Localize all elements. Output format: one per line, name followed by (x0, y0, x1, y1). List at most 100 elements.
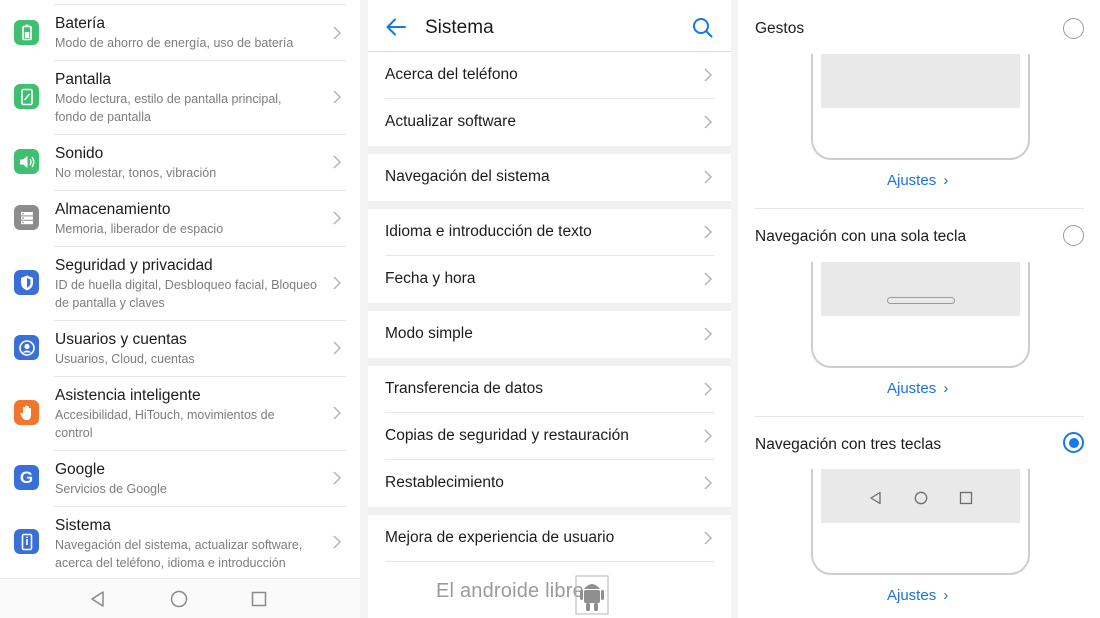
sistema-item-user-experience[interactable]: Mejora de experiencia de usuario (368, 515, 731, 562)
recents-square-icon[interactable] (249, 589, 269, 609)
chevron-right-icon (704, 272, 713, 286)
chevron-right-icon (333, 90, 342, 104)
sistema-item-label: Navegación del sistema (385, 168, 550, 185)
settings-link-three-keys[interactable]: Ajustes › (887, 587, 948, 604)
chevron-right-icon (704, 327, 713, 341)
section-separator (368, 146, 731, 154)
speaker-icon (14, 149, 39, 174)
search-icon[interactable] (692, 17, 713, 38)
chevron-right-icon (704, 68, 713, 82)
settings-item-title: Usuarios y cuentas (55, 331, 187, 348)
chevron-right-icon (333, 26, 342, 40)
sistema-item-simple-mode[interactable]: Modo simple (368, 311, 731, 358)
settings-item-assistance[interactable]: Asistencia inteligente Accesibilidad, Hi… (0, 377, 360, 451)
chevron-right-icon (333, 471, 342, 485)
settings-item-sound[interactable]: Sonido No molestar, tonos, vibración (0, 135, 360, 191)
navigation-pill-icon (887, 297, 955, 304)
settings-item-subtitle: Modo lectura, estilo de pantalla princip… (55, 92, 282, 124)
sistema-item-navigation[interactable]: Navegación del sistema (368, 154, 731, 201)
google-icon: G (14, 465, 39, 490)
settings-item-subtitle: Servicios de Google (55, 482, 167, 496)
sistema-item-label: Idioma e introducción de texto (385, 223, 592, 240)
radio-gestures[interactable] (1063, 18, 1084, 39)
app-bar: Sistema (368, 0, 731, 52)
settings-item-subtitle: Accesibilidad, HiTouch, movimientos de c… (55, 408, 275, 440)
phone-preview-gestures (811, 54, 1030, 160)
sistema-panel: Sistema Acerca del teléfono Actualizar s… (368, 0, 731, 618)
settings-item-title: Seguridad y privacidad (55, 257, 213, 274)
divider (755, 208, 1084, 209)
sistema-item-data-transfer[interactable]: Transferencia de datos (368, 366, 731, 413)
back-triangle-icon (870, 491, 881, 505)
home-circle-icon[interactable] (169, 589, 189, 609)
navigation-options-panel: Gestos Ajustes › Navegación con una sola… (738, 0, 1100, 618)
hand-icon (14, 400, 39, 425)
sistema-item-label: Acerca del teléfono (385, 66, 518, 83)
user-icon (14, 335, 39, 360)
option-label-gestures[interactable]: Gestos (755, 20, 804, 38)
settings-link-label: Ajustes (887, 172, 937, 189)
phone-screen (821, 469, 1020, 523)
settings-link-label: Ajustes (887, 380, 937, 397)
shield-icon (14, 270, 39, 295)
phone-screen (821, 262, 1020, 316)
phone-icon (14, 529, 39, 554)
divider (755, 416, 1084, 417)
chevron-right-icon (704, 429, 713, 443)
sistema-item-language[interactable]: Idioma e introducción de texto (368, 209, 731, 256)
settings-item-title: Sistema (55, 517, 111, 534)
settings-item-storage[interactable]: Almacenamiento Memoria, liberador de esp… (0, 191, 360, 247)
settings-link-label: Ajustes (887, 587, 937, 604)
chevron-right-icon (333, 276, 342, 290)
section-separator (368, 507, 731, 515)
radio-single-key[interactable] (1063, 225, 1084, 246)
settings-link-gestures[interactable]: Ajustes › (887, 172, 948, 189)
sistema-item-label: Copias de seguridad y restauración (385, 427, 629, 444)
sistema-item-reset[interactable]: Restablecimiento (368, 460, 731, 507)
settings-item-security[interactable]: Seguridad y privacidad ID de huella digi… (0, 247, 360, 321)
chevron-right-icon: › (943, 380, 949, 397)
settings-item-display[interactable]: Pantalla Modo lectura, estilo de pantall… (0, 61, 360, 135)
section-separator (368, 303, 731, 311)
sistema-item-label: Actualizar software (385, 113, 516, 130)
chevron-right-icon (333, 535, 342, 549)
sistema-item-label: Modo simple (385, 325, 473, 342)
sistema-item-update[interactable]: Actualizar software (368, 99, 731, 146)
home-circle-icon (914, 491, 928, 505)
chevron-right-icon (333, 155, 342, 169)
back-triangle-icon[interactable] (88, 589, 108, 609)
android-robot-icon (575, 575, 609, 615)
sistema-item-date-time[interactable]: Fecha y hora (368, 256, 731, 303)
settings-item-subtitle: No molestar, tonos, vibración (55, 166, 217, 180)
settings-item-battery[interactable]: Batería Modo de ahorro de energía, uso d… (0, 5, 360, 61)
back-arrow-icon[interactable] (385, 17, 407, 37)
settings-item-title: Asistencia inteligente (55, 387, 201, 404)
settings-item-subtitle: Navegación del sistema, actualizar softw… (55, 538, 303, 570)
chevron-right-icon (704, 531, 713, 545)
display-icon (14, 84, 39, 109)
settings-item-title: Pantalla (55, 71, 112, 88)
storage-icon (14, 205, 39, 230)
phone-screen (821, 54, 1020, 108)
radio-three-keys[interactable] (1063, 432, 1084, 453)
settings-item-title: Google (55, 461, 105, 478)
chevron-right-icon (704, 170, 713, 184)
option-label-three-keys[interactable]: Navegación con tres teclas (755, 436, 941, 454)
option-label-single-key[interactable]: Navegación con una sola tecla (755, 228, 966, 246)
section-separator (368, 358, 731, 366)
chevron-right-icon: › (943, 587, 949, 604)
settings-item-system[interactable]: Sistema Navegación del sistema, actualiz… (0, 507, 360, 578)
settings-link-single-key[interactable]: Ajustes › (887, 380, 948, 397)
chevron-right-icon (704, 115, 713, 129)
settings-panel: Batería Modo de ahorro de energía, uso d… (0, 0, 360, 618)
sistema-item-label: Mejora de experiencia de usuario (385, 529, 615, 546)
chevron-right-icon (333, 341, 342, 355)
sistema-item-backup[interactable]: Copias de seguridad y restauración (368, 413, 731, 460)
sistema-item-label: Fecha y hora (385, 270, 476, 287)
sistema-item-about[interactable]: Acerca del teléfono (368, 52, 731, 99)
settings-item-google[interactable]: G Google Servicios de Google (0, 451, 360, 507)
settings-item-users[interactable]: Usuarios y cuentas Usuarios, Cloud, cuen… (0, 321, 360, 377)
chevron-right-icon (704, 476, 713, 490)
sistema-item-label: Transferencia de datos (385, 380, 543, 397)
chevron-right-icon (333, 406, 342, 420)
